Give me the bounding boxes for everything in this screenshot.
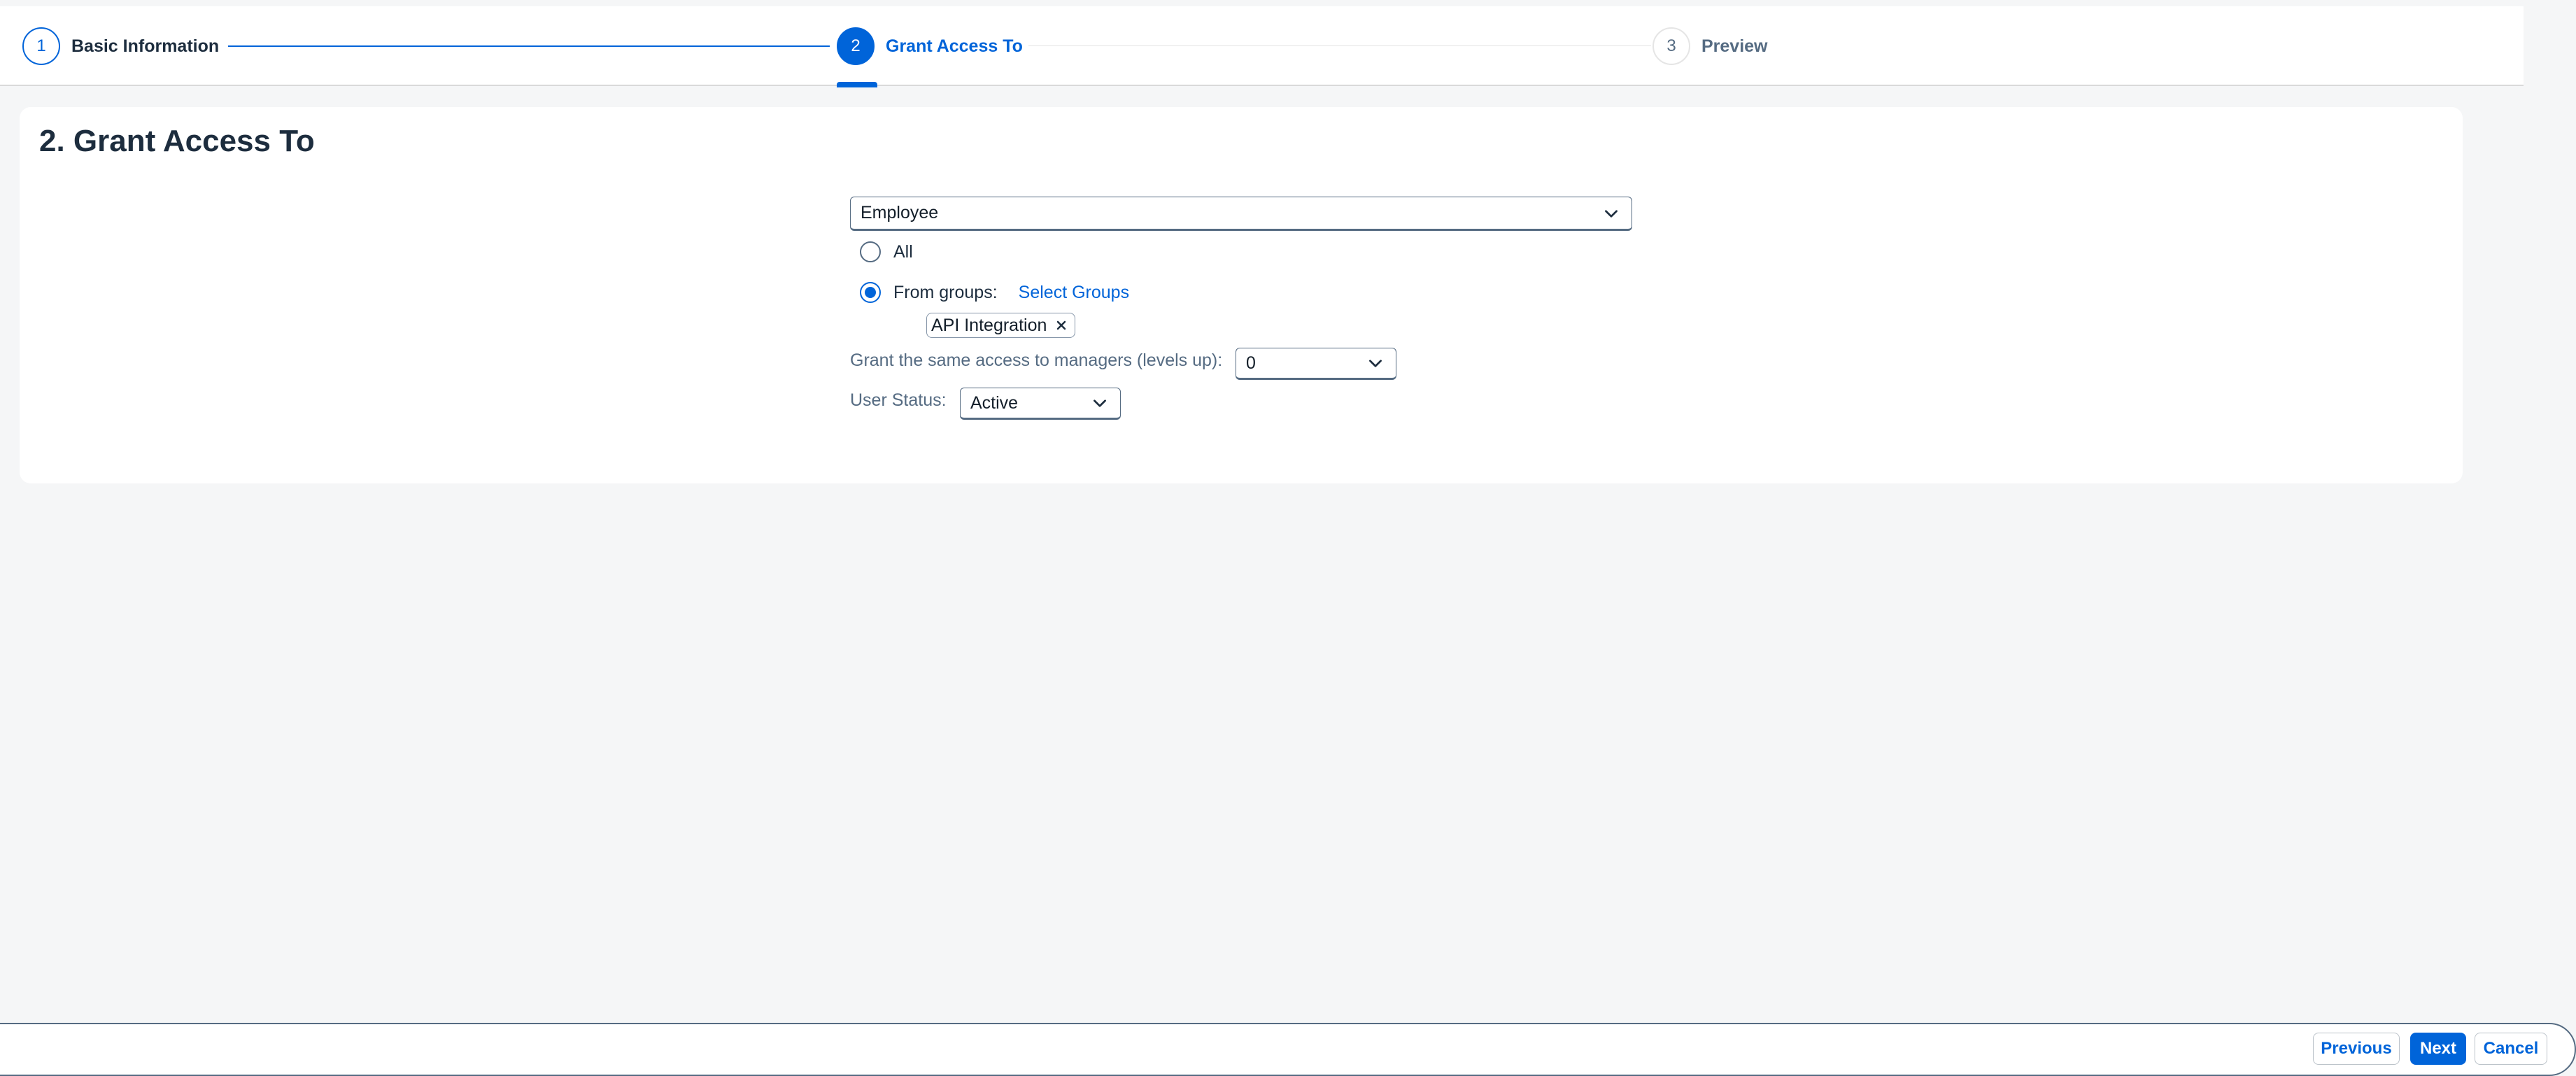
footer-toolbar: Previous Next Cancel: [0, 1023, 2576, 1076]
step-label: Preview: [1701, 36, 1768, 56]
group-token-label: API Integration: [931, 315, 1047, 335]
close-icon[interactable]: [1055, 319, 1068, 332]
user-status-label: User Status:: [850, 390, 947, 410]
step-number: 3: [1653, 27, 1690, 65]
radio-from-groups[interactable]: [860, 282, 881, 303]
radio-all[interactable]: [860, 241, 881, 262]
wizard-step-grant-access-to[interactable]: 2 Grant Access To: [837, 25, 1023, 67]
radio-groups-label: From groups:: [893, 282, 998, 302]
page-title: 2. Grant Access To: [39, 124, 315, 158]
user-status-select[interactable]: Active: [960, 388, 1121, 420]
managers-levels-select[interactable]: 0: [1236, 348, 1396, 380]
wizard-step-basic-information[interactable]: 1 Basic Information: [22, 25, 219, 67]
active-step-indicator: [837, 82, 877, 87]
wizard-progress-bar: 1 Basic Information 2 Grant Access To 3 …: [0, 6, 2524, 87]
step-connector-completed: [228, 45, 830, 47]
scope-all-option[interactable]: All: [860, 241, 913, 262]
previous-button[interactable]: Previous: [2313, 1033, 2400, 1065]
managers-levels-label: Grant the same access to managers (level…: [850, 351, 1223, 370]
chevron-down-icon: [1369, 360, 1382, 367]
user-status-value: Active: [970, 392, 1019, 413]
scope-groups-option[interactable]: From groups: Select Groups: [860, 282, 1129, 303]
cancel-button[interactable]: Cancel: [2475, 1033, 2547, 1065]
managers-levels-value: 0: [1246, 353, 1256, 373]
select-groups-link[interactable]: Select Groups: [1019, 283, 1129, 303]
grant-access-card: 2. Grant Access To Employee All From gro…: [20, 107, 2463, 483]
wizard-step-preview[interactable]: 3 Preview: [1653, 25, 1768, 67]
step-connector-upcoming: [1028, 45, 1651, 46]
step-number: 1: [22, 27, 60, 65]
target-type-select[interactable]: Employee: [850, 197, 1632, 231]
radio-selected-dot: [865, 287, 876, 298]
radio-all-label: All: [893, 241, 913, 262]
target-type-value: Employee: [861, 203, 939, 222]
step-number: 2: [837, 27, 875, 65]
next-button[interactable]: Next: [2410, 1033, 2466, 1065]
step-label: Grant Access To: [886, 36, 1023, 56]
step-label: Basic Information: [71, 36, 220, 56]
chevron-down-icon: [1094, 399, 1106, 407]
group-token: API Integration: [926, 313, 1076, 338]
chevron-down-icon: [1605, 209, 1618, 218]
